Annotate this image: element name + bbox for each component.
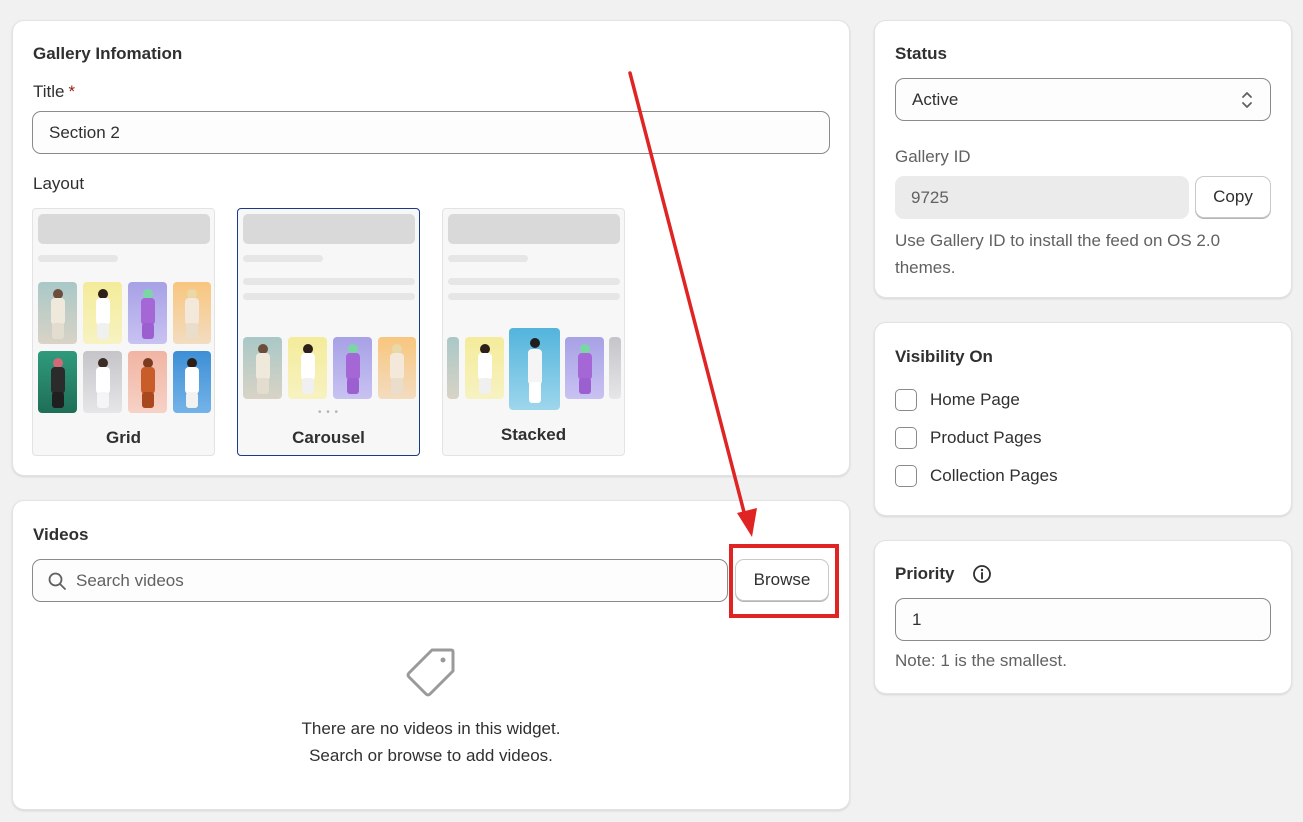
grid-thumb-1 <box>38 282 77 344</box>
priority-input-value: 1 <box>912 609 922 629</box>
stacked-thumb-4 <box>565 337 604 399</box>
visibility-option-collection[interactable]: Collection Pages <box>895 465 1058 487</box>
layout-option-grid-label: Grid <box>106 428 141 447</box>
empty-state-line-2: Search or browse to add videos. <box>309 746 553 765</box>
carousel-thumb-4 <box>378 337 416 399</box>
status-select[interactable]: Active <box>895 78 1271 121</box>
grid-thumb-2 <box>83 282 122 344</box>
select-chevrons-icon <box>1242 91 1252 108</box>
stacked-thumb-2 <box>465 337 504 399</box>
priority-note: Note: 1 is the smallest. <box>895 651 1067 670</box>
carousel-thumb-2 <box>288 337 327 399</box>
gallery-id-field: 9725 <box>895 176 1189 219</box>
gallery-id-label: Gallery ID <box>895 147 971 166</box>
title-input-value: Section 2 <box>49 122 120 142</box>
gallery-information-title: Gallery Infomation <box>33 44 183 63</box>
info-icon[interactable] <box>972 564 992 584</box>
browse-button[interactable]: Browse <box>735 559 829 601</box>
carousel-dots: • • • <box>317 407 340 418</box>
visibility-option-home[interactable]: Home Page <box>895 389 1020 411</box>
grid-thumb-5 <box>38 351 77 413</box>
carousel-thumb-3 <box>333 337 372 399</box>
search-videos-input[interactable]: Search videos <box>32 559 728 602</box>
layout-option-grid[interactable]: Grid <box>32 208 215 456</box>
visibility-option-product[interactable]: Product Pages <box>895 427 1042 449</box>
visibility-option-home-label: Home Page <box>930 390 1020 409</box>
status-title: Status <box>895 44 947 63</box>
stacked-thumb-5 <box>609 337 621 399</box>
required-mark: * <box>68 82 76 101</box>
search-videos-placeholder: Search videos <box>76 570 184 590</box>
stacked-thumb-3 <box>509 328 560 410</box>
grid-thumb-3 <box>128 282 167 344</box>
checkbox-home-page[interactable] <box>895 389 917 411</box>
visibility-option-product-label: Product Pages <box>930 428 1042 447</box>
title-label-text: Title <box>33 82 65 101</box>
grid-thumb-4 <box>173 282 211 344</box>
visibility-title: Visibility On <box>895 347 993 366</box>
empty-state-line-1: There are no videos in this widget. <box>301 719 561 738</box>
copy-button[interactable]: Copy <box>1195 176 1271 218</box>
grid-thumb-6 <box>83 351 122 413</box>
stacked-thumb-1 <box>447 337 459 399</box>
gallery-id-help-text: Use Gallery ID to install the feed on OS… <box>895 231 1221 277</box>
visibility-option-collection-label: Collection Pages <box>930 466 1058 485</box>
grid-thumb-7 <box>128 351 167 413</box>
layout-option-carousel[interactable]: • • • Carousel <box>237 208 420 456</box>
tag-icon <box>406 648 455 697</box>
title-input[interactable]: Section 2 <box>32 111 830 154</box>
priority-title: Priority <box>895 564 955 583</box>
search-icon <box>48 572 66 590</box>
layout-option-carousel-label: Carousel <box>292 428 365 447</box>
carousel-thumb-1 <box>243 337 282 399</box>
layout-option-stacked[interactable]: Stacked <box>442 208 625 456</box>
layout-option-stacked-label: Stacked <box>500 425 567 444</box>
layout-label: Layout <box>33 174 85 193</box>
status-select-value: Active <box>912 89 959 109</box>
checkbox-product-pages[interactable] <box>895 427 917 449</box>
gallery-id-value: 9725 <box>911 187 949 207</box>
checkbox-collection-pages[interactable] <box>895 465 917 487</box>
grid-thumb-8 <box>173 351 211 413</box>
videos-title: Videos <box>33 525 89 544</box>
priority-input[interactable]: 1 <box>895 598 1271 641</box>
title-label: Title * <box>33 82 75 102</box>
